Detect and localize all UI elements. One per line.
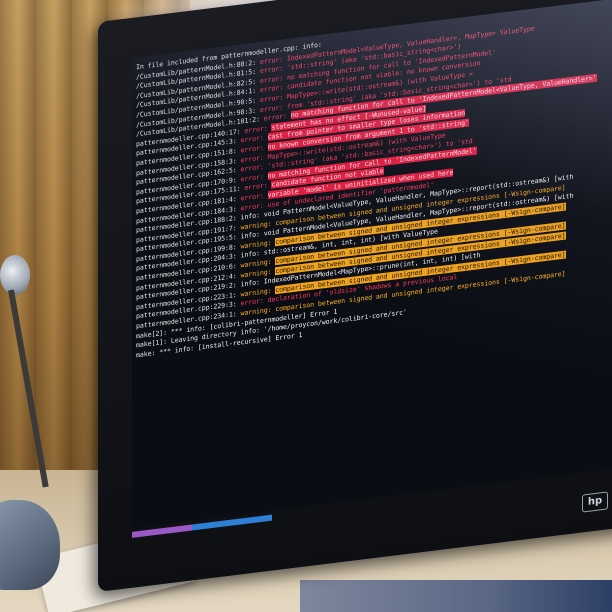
terminal-output: In file included from patternmodeller.cp… xyxy=(136,0,612,360)
terminal-screen: In file included from patternmodeller.cp… xyxy=(132,0,612,528)
monitor-base xyxy=(300,580,612,612)
terminal-line-level: info: xyxy=(302,40,322,51)
monitor: In file included from patternmodeller.cp… xyxy=(98,0,612,592)
photo-scene: In file included from patternmodeller.cp… xyxy=(0,0,612,612)
terminal-line-level: info: xyxy=(174,343,198,355)
desk-lamp xyxy=(0,255,30,295)
hp-logo: hp xyxy=(582,491,608,513)
